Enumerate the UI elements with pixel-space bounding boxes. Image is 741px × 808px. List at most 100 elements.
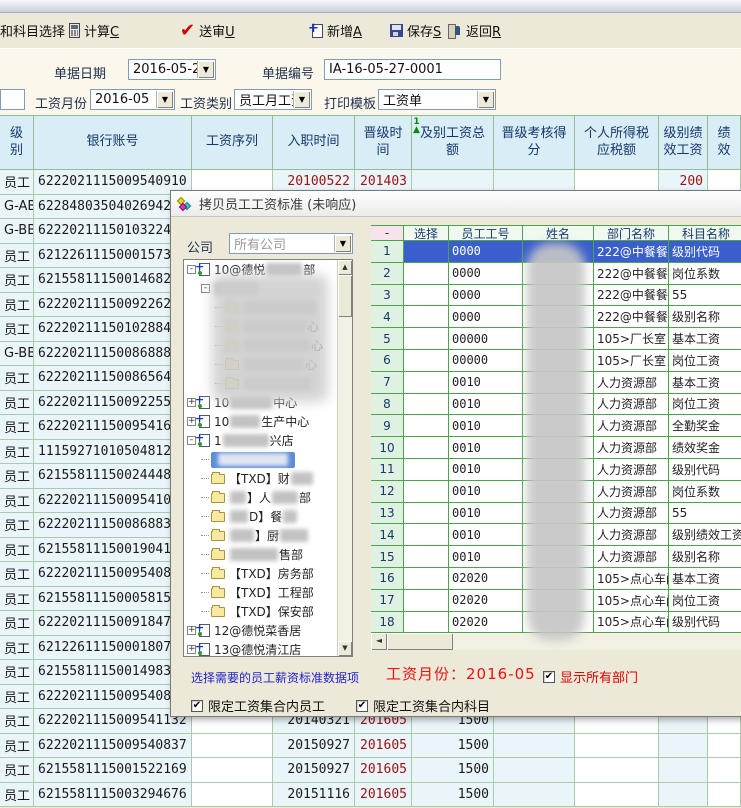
table-row[interactable]: 100010人力资源部绩效奖金 bbox=[371, 437, 741, 459]
tree-item[interactable]: +13@德悦清江店 bbox=[184, 640, 352, 657]
table-row[interactable]: 20000222@中餐餐厅部岗位系数 bbox=[371, 263, 741, 285]
scroll-left-icon[interactable]: ◄ bbox=[371, 633, 387, 650]
tree-item[interactable] bbox=[184, 374, 352, 393]
calc-button-label[interactable]: 计算C bbox=[84, 21, 119, 40]
table-row[interactable]: 80010人力资源部岗位工资 bbox=[371, 394, 741, 416]
table-row[interactable]: 150010人力资源部级别名称 bbox=[371, 546, 741, 568]
column-header[interactable]: 晋级时间 bbox=[355, 116, 412, 170]
column-header[interactable]: 级别绩效工资 bbox=[659, 116, 708, 170]
grid-hscrollbar[interactable]: ◄ bbox=[371, 633, 741, 650]
left-partial-input[interactable] bbox=[0, 89, 25, 110]
toolbar-left-label: 和科目选择 计算C bbox=[0, 21, 119, 40]
column-header[interactable]: 部门名称 bbox=[594, 225, 669, 241]
tree-scrollbar[interactable]: ▲ ▼ bbox=[337, 260, 352, 656]
print-template-select[interactable]: 工资单▼ bbox=[378, 89, 496, 110]
table-row[interactable]: 70010人力资源部基本工资 bbox=[371, 372, 741, 394]
return-button[interactable]: 返回R bbox=[448, 21, 501, 40]
limit-employees-checkbox[interactable]: ✔ 限定工资集合内员工 bbox=[191, 696, 325, 715]
chevron-down-icon[interactable]: ▼ bbox=[477, 91, 494, 108]
tree-item[interactable]: D】餐 bbox=[184, 507, 352, 526]
table-row[interactable]: 员工6222021115009540837201509272016051500 bbox=[0, 734, 741, 759]
tree-item[interactable]: 【TXD】房务部 bbox=[184, 564, 352, 583]
tree-item[interactable]: 】人部 bbox=[184, 488, 352, 507]
tree-item[interactable]: -1兴店 bbox=[184, 431, 352, 450]
table-cell: 基本工资 bbox=[669, 328, 741, 350]
save-button[interactable]: 保存S bbox=[390, 21, 441, 40]
table-row[interactable]: 员工6215581115001522169201509272016051500 bbox=[0, 758, 741, 783]
tree-item[interactable]: 心 bbox=[184, 355, 352, 374]
tree-item[interactable]: +12@德悦菜香居 bbox=[184, 621, 352, 640]
show-all-depts-checkbox[interactable]: ✔ 显示所有部门 bbox=[543, 667, 638, 686]
company-select[interactable]: 所有公司▼ bbox=[229, 233, 353, 254]
new-button[interactable]: 新增A bbox=[312, 21, 362, 40]
table-row[interactable]: 1602020105>点心车间基本工资 bbox=[371, 568, 741, 590]
dialog-title-bar[interactable]: 拷贝员工工资标准 (未响应) bbox=[171, 191, 741, 217]
tree-item[interactable]: 【TXD】保安部 bbox=[184, 602, 352, 621]
tree-item[interactable]: - bbox=[184, 279, 352, 298]
table-cell: 基本工资 bbox=[669, 372, 741, 394]
chevron-down-icon[interactable]: ▼ bbox=[156, 91, 173, 108]
table-row[interactable]: 120010人力资源部岗位系数 bbox=[371, 481, 741, 503]
table-row[interactable]: 90010人力资源部全勤奖金 bbox=[371, 415, 741, 437]
tree-item[interactable]: 心 bbox=[184, 317, 352, 336]
table-row[interactable]: 10000222@中餐餐厅部级别代码 bbox=[371, 241, 741, 263]
column-header[interactable]: 晋级考核得分 bbox=[494, 116, 575, 170]
tree-item[interactable]: -10@德悦部 bbox=[184, 260, 352, 279]
chevron-down-icon[interactable]: ▼ bbox=[334, 235, 351, 252]
table-row[interactable]: 140010人力资源部级别绩效工资 bbox=[371, 524, 741, 546]
column-header[interactable]: 姓名 bbox=[523, 225, 594, 241]
table-row[interactable]: 600000105>厂长室岗位工资 bbox=[371, 350, 741, 372]
tree-item[interactable]: 【TXD】财 bbox=[184, 469, 352, 488]
column-header[interactable]: - bbox=[371, 225, 404, 241]
scroll-down-icon[interactable]: ▼ bbox=[338, 641, 352, 656]
salary-type-select[interactable]: 员工月工资▼ bbox=[234, 89, 312, 110]
scrollbar-thumb[interactable] bbox=[338, 275, 352, 317]
chevron-down-icon[interactable]: ▼ bbox=[197, 61, 214, 78]
tree-item[interactable] bbox=[184, 450, 352, 469]
tree-item[interactable]: +10生产中心 bbox=[184, 412, 352, 431]
tree-item[interactable]: 【TXD】工程部 bbox=[184, 583, 352, 602]
table-row[interactable]: 30000222@中餐餐厅部55 bbox=[371, 285, 741, 307]
scroll-up-icon[interactable]: ▲ bbox=[338, 260, 352, 275]
scrollbar-thumb[interactable] bbox=[387, 633, 453, 650]
column-header[interactable]: 个人所得税应税额 bbox=[575, 116, 659, 170]
collapse-icon[interactable]: - bbox=[201, 284, 210, 293]
tree-item[interactable]: +10中心 bbox=[184, 393, 352, 412]
column-header[interactable]: 科目名称 bbox=[669, 225, 741, 241]
table-row[interactable]: 110010人力资源部级别代码 bbox=[371, 459, 741, 481]
checkbox-checked-icon[interactable]: ✔ bbox=[543, 671, 555, 683]
table-row[interactable]: 500000105>厂长室基本工资 bbox=[371, 328, 741, 350]
table-row[interactable]: 130010人力资源部55 bbox=[371, 503, 741, 525]
tree-item[interactable] bbox=[184, 298, 352, 317]
submit-button[interactable]: ✔ 送审U bbox=[180, 21, 235, 40]
table-row[interactable]: 40000222@中餐餐厅部级别名称 bbox=[371, 306, 741, 328]
tree-item[interactable]: 售部 bbox=[184, 545, 352, 564]
column-header[interactable]: 工资序列 bbox=[192, 116, 273, 170]
limit-items-checkbox[interactable]: ✔ 限定工资集合内科目 bbox=[356, 696, 490, 715]
column-header[interactable]: 入职时间 bbox=[273, 116, 355, 170]
checkbox-checked-icon[interactable]: ✔ bbox=[191, 700, 203, 712]
table-cell: 员工 bbox=[0, 268, 34, 293]
column-header[interactable]: 员工工号 bbox=[449, 225, 523, 241]
table-cell bbox=[708, 783, 741, 808]
selected-tree-item[interactable] bbox=[211, 452, 295, 468]
table-cell: 级别绩效工资 bbox=[669, 524, 741, 546]
tree-item[interactable]: 】厨 bbox=[184, 526, 352, 545]
salary-month-select[interactable]: 2016-05▼ bbox=[90, 89, 175, 110]
table-row[interactable]: 1702020105>点心车间岗位工资 bbox=[371, 590, 741, 612]
table-row[interactable]: 1802020105>点心车间级别代码 bbox=[371, 612, 741, 634]
column-header[interactable]: 级别 bbox=[0, 116, 34, 170]
tree-item[interactable]: 心 bbox=[184, 336, 352, 355]
table-cell bbox=[494, 783, 575, 808]
chevron-down-icon[interactable]: ▼ bbox=[293, 91, 310, 108]
column-header[interactable]: 选择 bbox=[404, 225, 449, 241]
column-header[interactable]: 及别工资总额1▲ bbox=[412, 116, 494, 170]
doc-number-input[interactable]: IA-16-05-27-0001 bbox=[324, 59, 501, 80]
column-header[interactable]: 银行账号 bbox=[34, 116, 192, 170]
checkbox-checked-icon[interactable]: ✔ bbox=[356, 700, 368, 712]
doc-date-select[interactable]: 2016-05-27▼ bbox=[128, 59, 216, 80]
salary-type-label: 工资类别 bbox=[180, 93, 232, 112]
table-cell: 6212261115000180757 bbox=[34, 636, 192, 661]
table-row[interactable]: 员工6215581115003294676201511162016051500 bbox=[0, 783, 741, 808]
column-header[interactable]: 绩效 bbox=[708, 116, 741, 170]
